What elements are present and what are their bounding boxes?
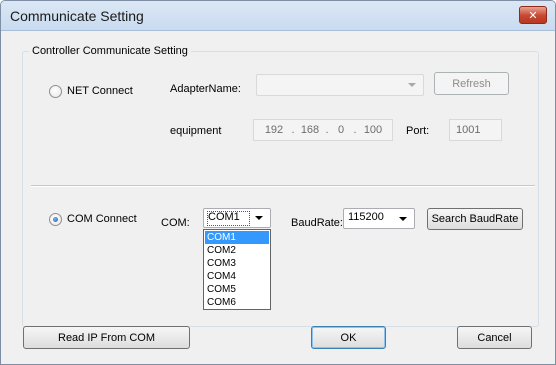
baud-rate-label: BaudRate: xyxy=(291,217,343,229)
dropdown-item-com1[interactable]: COM1 xyxy=(205,231,269,244)
com-port-dropdown-list: COM1 COM2 COM3 COM4 COM5 COM6 xyxy=(203,229,271,310)
port-field[interactable]: 1001 xyxy=(449,119,502,141)
ip-octet-3: 0 xyxy=(337,124,345,136)
close-button[interactable]: ✕ xyxy=(519,6,547,24)
title-bar[interactable]: Communicate Setting ✕ xyxy=(1,1,555,31)
dropdown-item-com2[interactable]: COM2 xyxy=(205,244,269,257)
com-label: COM: xyxy=(161,217,190,229)
read-ip-from-com-button[interactable]: Read IP From COM xyxy=(23,326,190,349)
port-label: Port: xyxy=(406,125,430,137)
ok-button[interactable]: OK xyxy=(311,326,386,349)
dropdown-item-com3[interactable]: COM3 xyxy=(205,257,269,270)
ip-octet-4: 100 xyxy=(363,124,383,136)
chevron-down-icon xyxy=(408,83,416,87)
net-connect-label[interactable]: NET Connect xyxy=(67,85,133,97)
adapter-name-select[interactable] xyxy=(256,74,424,96)
com-connect-radio[interactable] xyxy=(49,213,62,226)
search-baud-rate-button[interactable]: Search BaudRate xyxy=(427,208,523,230)
dropdown-item-com6[interactable]: COM6 xyxy=(205,296,269,309)
communicate-setting-dialog: Communicate Setting ✕ Controller Communi… xyxy=(0,0,556,365)
dialog-body: Controller Communicate Setting NET Conne… xyxy=(9,33,547,357)
window-title: Communicate Setting xyxy=(10,8,144,24)
baud-rate-value: 115200 xyxy=(348,211,384,223)
equipment-label: equipment xyxy=(170,125,222,137)
net-connect-radio[interactable] xyxy=(49,85,62,98)
cancel-button[interactable]: Cancel xyxy=(457,326,532,349)
chevron-down-icon xyxy=(399,217,407,221)
equipment-ip-field[interactable]: 192 . 168 . 0 . 100 xyxy=(253,119,393,141)
baud-rate-select[interactable]: 115200 xyxy=(343,208,415,229)
refresh-button[interactable]: Refresh xyxy=(434,72,509,95)
dropdown-item-com4[interactable]: COM4 xyxy=(205,270,269,283)
close-icon: ✕ xyxy=(528,8,538,22)
chevron-down-icon xyxy=(255,216,263,220)
section-divider xyxy=(31,185,535,187)
com-port-select[interactable]: COM1 xyxy=(203,208,271,228)
com-connect-label[interactable]: COM Connect xyxy=(67,213,137,225)
ip-octet-1: 192 xyxy=(264,124,284,136)
groupbox-legend: Controller Communicate Setting xyxy=(29,45,191,57)
ip-octet-2: 168 xyxy=(300,124,320,136)
dropdown-item-com5[interactable]: COM5 xyxy=(205,283,269,296)
com-port-value: COM1 xyxy=(208,211,240,223)
port-value: 1001 xyxy=(456,124,481,136)
adapter-name-label: AdapterName: xyxy=(170,83,241,95)
